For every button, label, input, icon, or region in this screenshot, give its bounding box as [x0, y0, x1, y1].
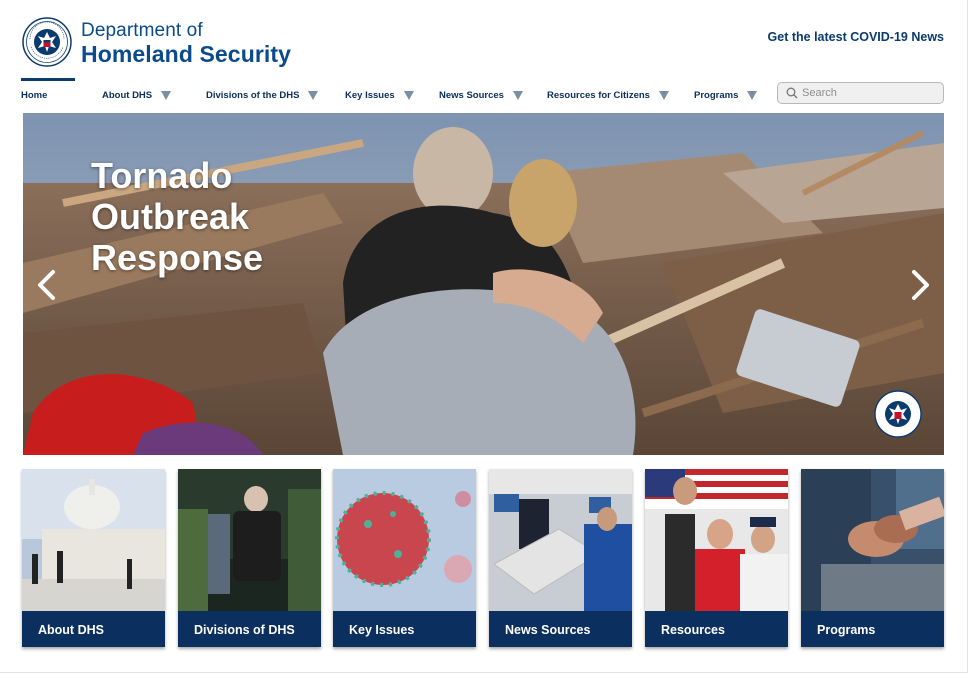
card-divisions[interactable]: Divisions of DHS	[178, 469, 321, 647]
card-label: Divisions of DHS	[178, 611, 321, 647]
nav-label: Resources for Citizens	[547, 90, 650, 101]
search-icon[interactable]	[786, 87, 798, 99]
nav-item-programs[interactable]: Programs	[694, 90, 758, 101]
nav-item-divisions[interactable]: Divisions of the DHS	[206, 90, 319, 101]
caret-down-icon	[747, 91, 758, 100]
nav-item-resources[interactable]: Resources for Citizens	[547, 90, 669, 101]
quick-links: About DHS Divisions of DHS Key Issues Ne…	[22, 469, 944, 647]
nav-label: News Sources	[439, 90, 504, 101]
capitol-building-photo	[22, 469, 165, 611]
caret-down-icon	[512, 91, 523, 100]
nav-item-about-dhs[interactable]: About DHS	[102, 90, 172, 101]
caret-down-icon	[403, 91, 414, 100]
nav-item-news-sources[interactable]: News Sources	[439, 90, 523, 101]
nav-label: Home	[21, 90, 48, 101]
nav-label: Programs	[694, 90, 739, 101]
hero-title: Tornado Outbreak Response	[91, 155, 264, 278]
chevron-right-icon[interactable]	[904, 268, 934, 302]
dhs-seal-icon[interactable]	[22, 17, 72, 67]
tsa-checkpoint-photo	[489, 469, 632, 611]
brand-line-1: Department of	[81, 20, 203, 41]
card-key-issues[interactable]: Key Issues	[333, 469, 476, 647]
card-label: Programs	[801, 611, 944, 647]
card-label: Key Issues	[333, 611, 476, 647]
search-box	[777, 82, 944, 104]
card-label: Resources	[645, 611, 788, 647]
card-label: News Sources	[489, 611, 632, 647]
hero-carousel: Tornado Outbreak Response	[23, 113, 944, 455]
caret-down-icon	[308, 91, 319, 100]
brand-line-2: Homeland Security	[81, 41, 292, 67]
covid-news-link[interactable]: Get the latest COVID-19 News	[768, 30, 944, 44]
nav-label: Key Issues	[345, 90, 395, 101]
card-about-dhs[interactable]: About DHS	[22, 469, 165, 647]
pledge-flag-photo	[645, 469, 788, 611]
chevron-left-icon[interactable]	[33, 268, 63, 302]
coronavirus-photo	[333, 469, 476, 611]
holding-hands-photo	[801, 469, 944, 611]
nav-item-key-issues[interactable]: Key Issues	[345, 90, 414, 101]
caret-down-icon	[161, 91, 172, 100]
dhs-seal-icon	[874, 390, 922, 438]
nav-label: Divisions of the DHS	[206, 90, 300, 101]
card-programs[interactable]: Programs	[801, 469, 944, 647]
search-input[interactable]	[802, 87, 932, 99]
site-brand[interactable]: Department of Homeland Security	[81, 21, 291, 66]
officers-at-night-photo	[178, 469, 321, 611]
nav-label: About DHS	[102, 90, 153, 101]
card-news-sources[interactable]: News Sources	[489, 469, 632, 647]
card-resources[interactable]: Resources	[645, 469, 788, 647]
card-label: About DHS	[22, 611, 165, 647]
caret-down-icon	[658, 91, 669, 100]
nav-item-home[interactable]: Home	[21, 90, 47, 101]
